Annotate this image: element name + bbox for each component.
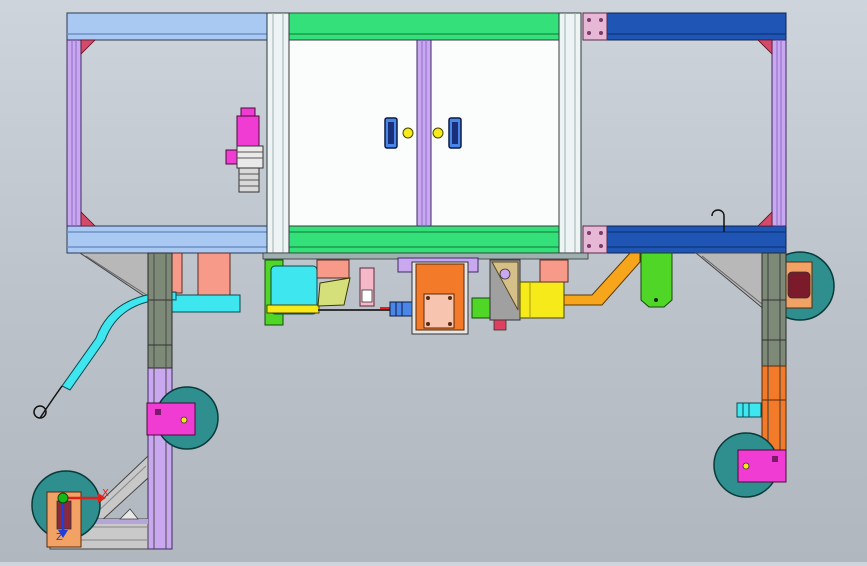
machine-assembly-drawing: X Z xyxy=(31,12,835,550)
joint-block-bottom xyxy=(582,225,608,254)
orange-guide-arm xyxy=(563,252,641,306)
pressure-regulator[interactable] xyxy=(225,107,264,193)
x-axis-label: X xyxy=(102,488,109,499)
joint-block-top xyxy=(582,12,608,41)
top-beam-right xyxy=(606,12,787,41)
pillar-right xyxy=(558,12,582,254)
cyan-air-pipe xyxy=(171,294,241,313)
pillar-left xyxy=(266,12,290,254)
door-left[interactable] xyxy=(288,39,418,227)
door-knob-left xyxy=(402,127,414,139)
z-axis-label: Z xyxy=(56,532,63,543)
door-knob-right xyxy=(432,127,444,139)
corner-bracket-bl xyxy=(80,211,96,227)
upper-frame[interactable] xyxy=(66,12,787,254)
corner-bracket-tl xyxy=(80,39,96,55)
drive-assembly[interactable] xyxy=(262,252,673,335)
top-beam-left xyxy=(66,12,268,41)
left-post xyxy=(66,39,82,227)
servo-motor xyxy=(519,281,565,319)
right-under-assembly[interactable] xyxy=(694,251,835,498)
cad-3d-viewport[interactable]: X Z xyxy=(0,0,867,562)
triad-origin xyxy=(57,492,69,504)
bottom-beam-left xyxy=(66,225,268,254)
right-post xyxy=(771,39,787,227)
top-beam-center xyxy=(288,12,560,41)
wheel-bracket-left-upper xyxy=(146,402,196,436)
corner-bracket-br xyxy=(757,211,773,227)
door-center-mullion xyxy=(416,39,432,227)
bottom-beam-center xyxy=(288,225,560,254)
bottom-beam-right xyxy=(606,225,787,254)
corner-bracket-tr xyxy=(757,39,773,55)
